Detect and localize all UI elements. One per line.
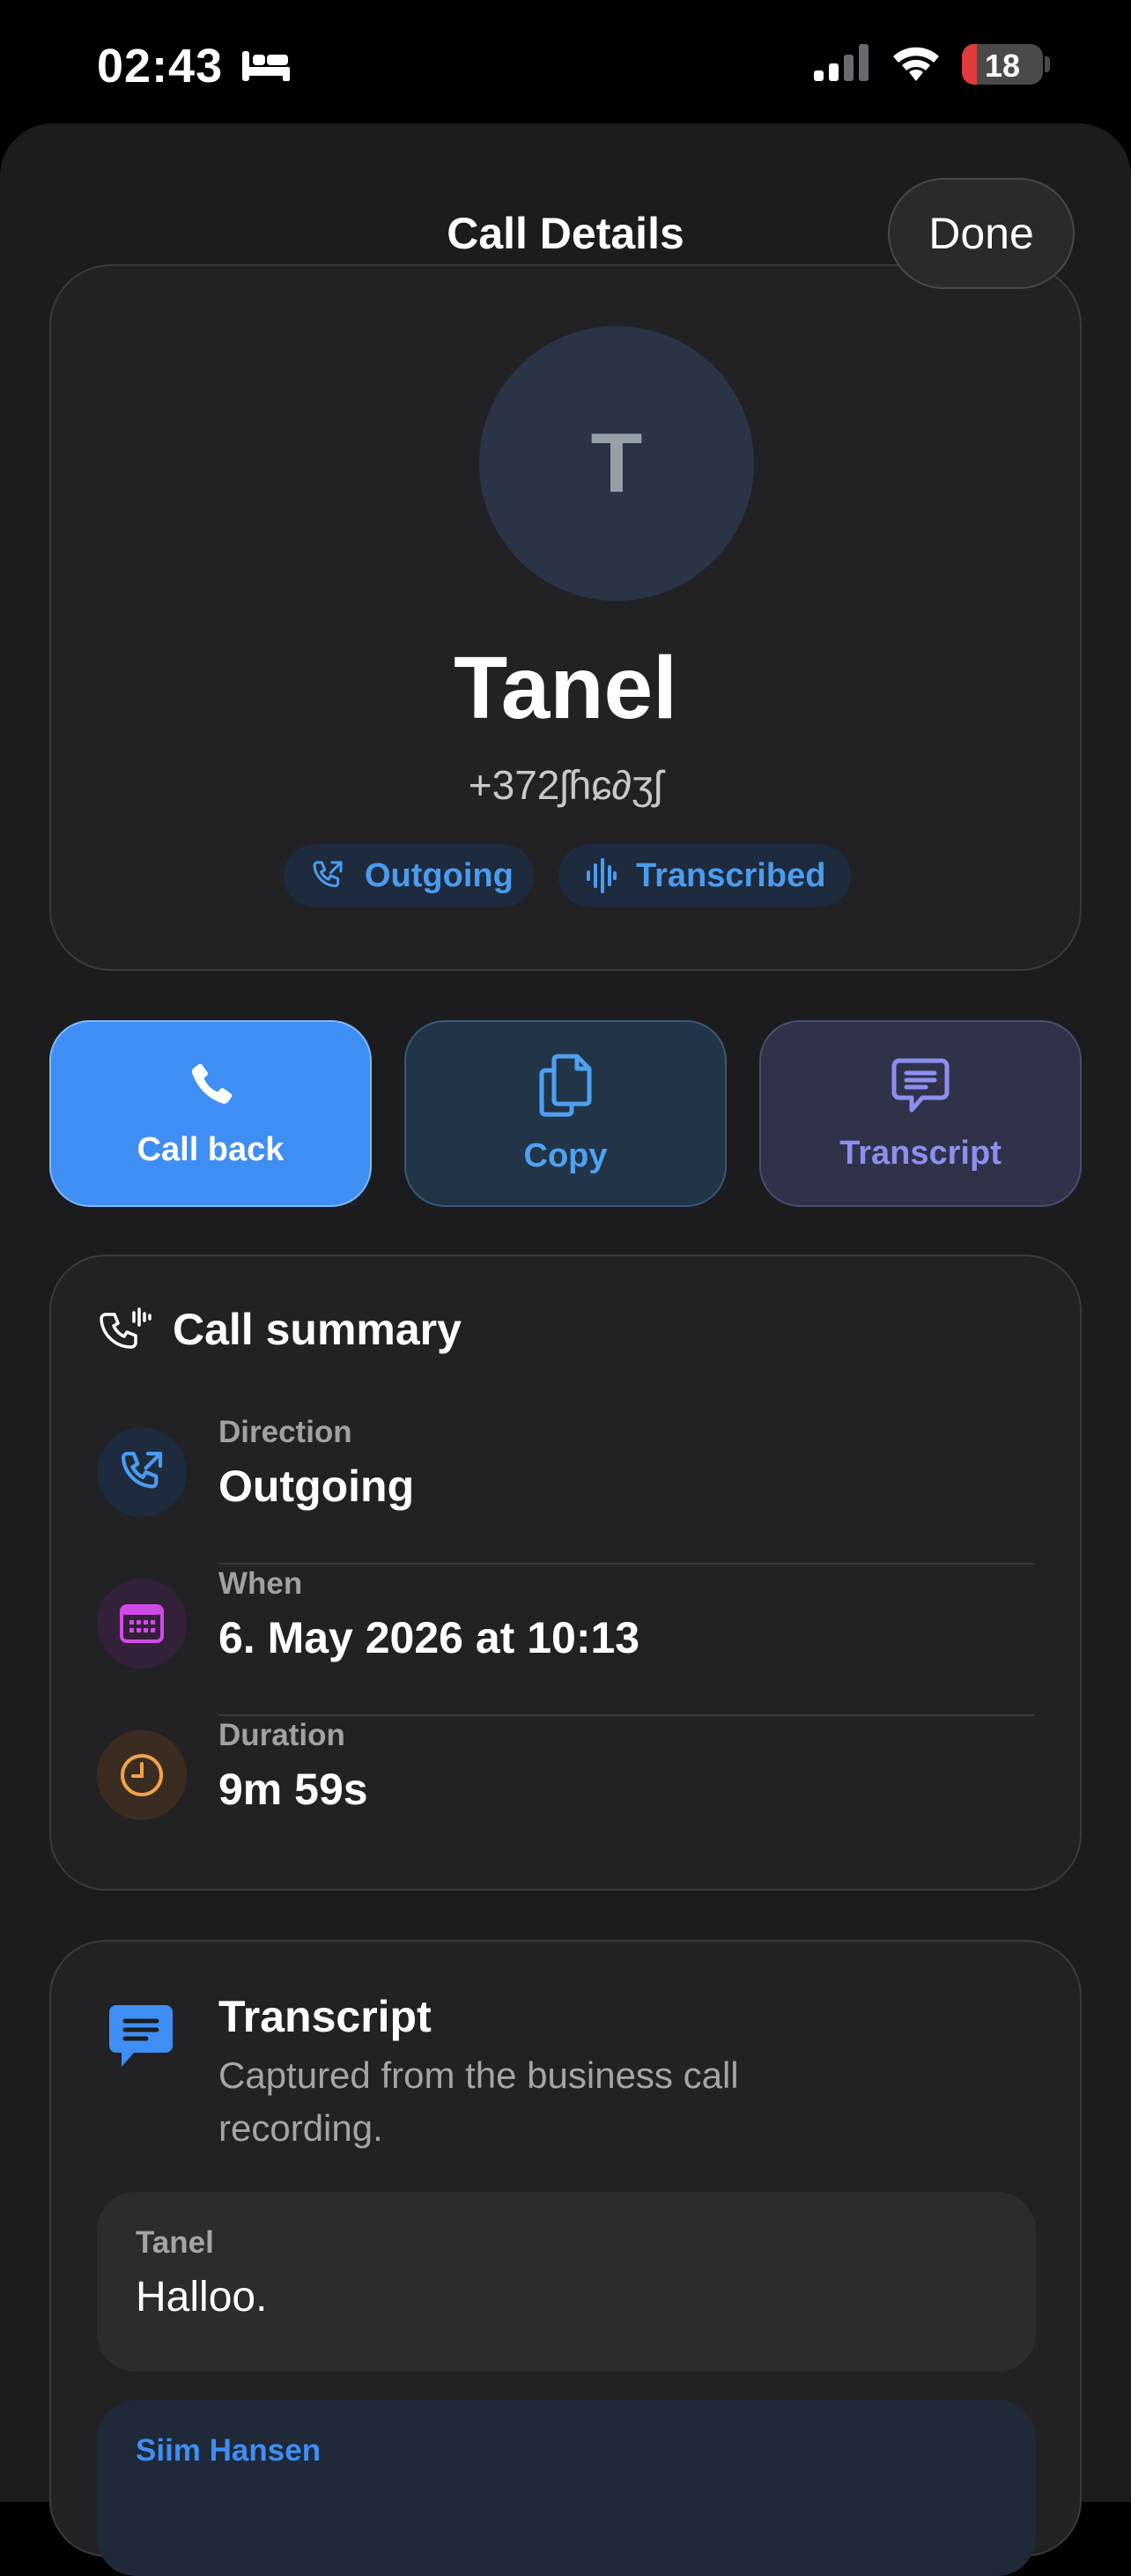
wifi-icon: [893, 47, 939, 81]
transcript-title: Transcript: [218, 1992, 432, 2041]
call-summary-card: Call summary Direction Outgoing When 6. …: [49, 1255, 1082, 1891]
chip-transcribed-label: Transcribed: [636, 856, 826, 894]
when-label: When: [218, 1566, 303, 1601]
copy-label: Copy: [523, 1136, 608, 1174]
direction-label: Direction: [218, 1415, 352, 1449]
clock-icon: [121, 1754, 163, 1796]
call-summary-title: Call summary: [173, 1305, 462, 1354]
copy-icon: [539, 1054, 592, 1116]
battery-tip: [1045, 56, 1050, 72]
call-back-button[interactable]: Call back: [49, 1020, 372, 1207]
transcript-card: Transcript Captured from the business ca…: [49, 1940, 1082, 2576]
battery-level: 18: [984, 48, 1021, 84]
when-value: 6. May 2026 at 10:13: [218, 1613, 640, 1662]
direction-row: Direction Outgoing: [51, 1415, 1080, 1565]
message-speaker: Tanel: [136, 2225, 214, 2260]
duration-label: Duration: [218, 1718, 345, 1752]
transcript-subtitle: Captured from the business call recordin…: [218, 2054, 739, 2149]
transcript-message: Siim Hansen: [97, 2400, 1036, 2576]
row-divider: [218, 1563, 1034, 1565]
when-icon-wrap: [97, 1579, 187, 1669]
direction-value: Outgoing: [218, 1462, 415, 1511]
row-divider: [218, 1714, 1034, 1716]
transcript-button[interactable]: Transcript: [759, 1020, 1082, 1207]
outgoing-call-icon: [121, 1451, 163, 1489]
outgoing-call-icon: [313, 861, 343, 888]
when-row: When 6. May 2026 at 10:13: [51, 1566, 1080, 1716]
chip-outgoing: Outgoing: [284, 844, 534, 907]
waveform-icon: [587, 858, 617, 893]
status-bar: 02:43 18: [0, 0, 1131, 132]
battery-indicator: 18: [962, 44, 1043, 85]
chip-outgoing-label: Outgoing: [365, 856, 514, 894]
contact-name: Tanel: [454, 639, 677, 737]
duration-value: 9m 59s: [218, 1765, 368, 1814]
status-time: 02:43: [97, 40, 224, 93]
transcript-message: Tanel Halloo.: [97, 2192, 1036, 2372]
contact-card: T Tanel +372ʃɦɕ∂ʒʃ Outgoing Transcribed: [49, 264, 1082, 971]
phone-icon: [191, 1063, 233, 1104]
duration-row: Duration 9m 59s: [51, 1718, 1080, 1868]
avatar: T: [479, 326, 754, 601]
transcript-icon: [109, 2005, 173, 2067]
message-icon: [891, 1058, 950, 1112]
duration-icon-wrap: [97, 1730, 187, 1820]
done-button[interactable]: Done: [888, 178, 1075, 289]
message-speaker: Siim Hansen: [136, 2433, 322, 2468]
signal-icon: [814, 44, 869, 81]
phone-waveform-icon: [100, 1307, 152, 1349]
transcript-label: Transcript: [839, 1134, 1002, 1172]
message-text: Halloo.: [136, 2274, 268, 2321]
calendar-icon: [120, 1604, 164, 1643]
contact-phone: +372ʃɦɕ∂ʒʃ: [468, 762, 663, 808]
bed-icon: [242, 51, 290, 81]
call-back-label: Call back: [137, 1130, 285, 1168]
chip-transcribed: Transcribed: [558, 844, 851, 907]
copy-button[interactable]: Copy: [404, 1020, 727, 1207]
direction-icon-wrap: [97, 1427, 187, 1517]
